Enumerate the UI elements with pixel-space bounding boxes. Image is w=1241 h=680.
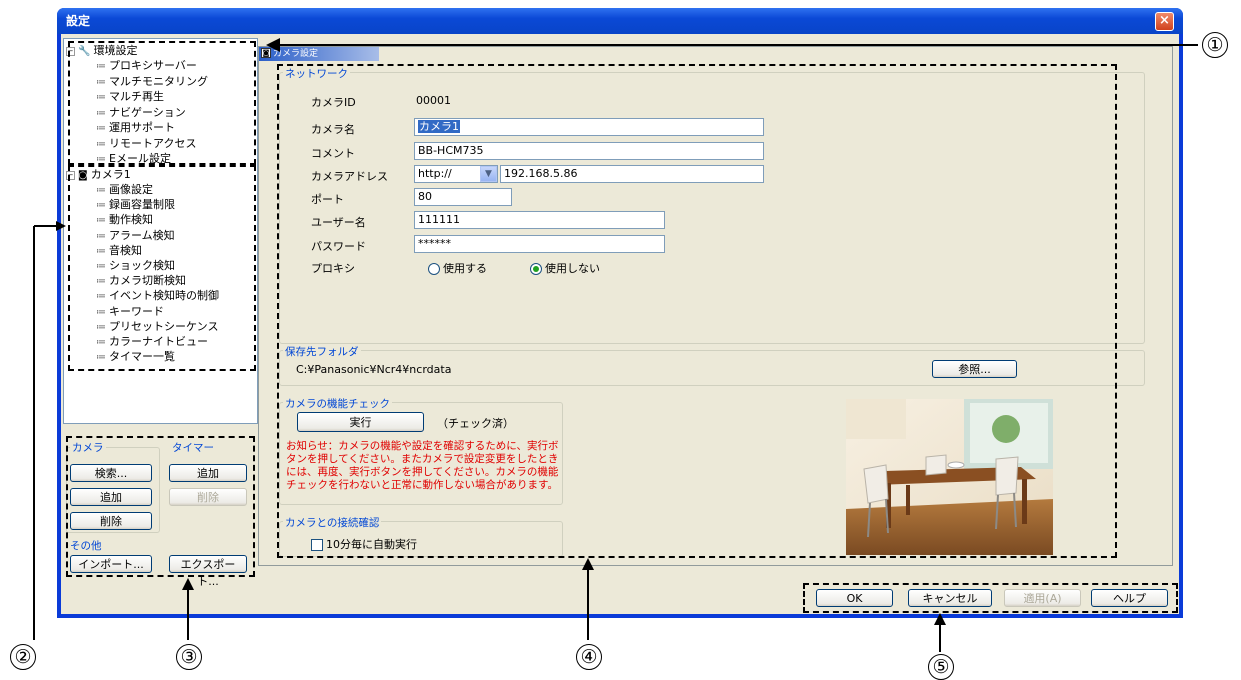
callout-number-2: ②	[10, 644, 36, 670]
callout-number-3: ③	[176, 644, 202, 670]
callout-number-1: ①	[1202, 32, 1228, 58]
callout-number-5: ⑤	[928, 654, 954, 680]
callout-number-4: ④	[576, 644, 602, 670]
callout-arrows	[33, 38, 1198, 652]
